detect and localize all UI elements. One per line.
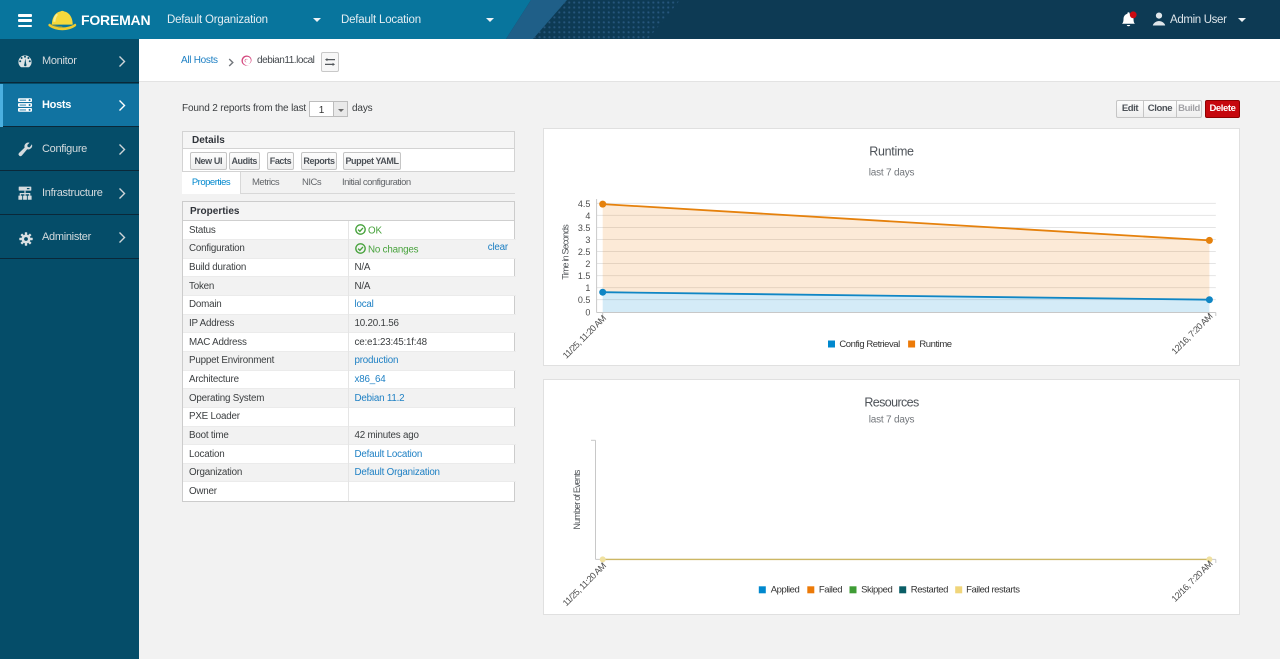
svg-text:2: 2 [585,259,590,269]
svg-text:0.5: 0.5 [578,295,591,305]
svg-text:3.5: 3.5 [578,223,591,233]
svg-text:1: 1 [585,283,590,293]
svg-text:12/16, 7:20 AM: 12/16, 7:20 AM [1169,311,1214,356]
svg-text:Skipped: Skipped [861,585,892,596]
svg-text:Failed restarts: Failed restarts [966,585,1020,596]
svg-text:Runtime: Runtime [869,145,914,159]
svg-text:1.5: 1.5 [578,271,591,281]
svg-text:Applied: Applied [771,585,800,596]
svg-text:11/25, 11:20 AM: 11/25, 11:20 AM [561,313,608,360]
svg-text:Runtime: Runtime [919,339,951,350]
svg-text:2.5: 2.5 [578,247,591,257]
svg-text:last 7 days: last 7 days [869,415,915,426]
svg-text:12/16, 7:20 AM: 12/16, 7:20 AM [1169,559,1214,604]
svg-text:Failed: Failed [819,585,842,596]
svg-text:11/25, 11:20 AM: 11/25, 11:20 AM [561,561,608,608]
svg-text:Config Retrieval: Config Retrieval [839,339,900,350]
svg-text:last 7 days: last 7 days [869,168,915,179]
svg-text:4: 4 [585,211,590,221]
svg-text:0: 0 [585,308,590,318]
svg-text:Number of Events: Number of Events [572,469,582,530]
svg-text:Restarted: Restarted [911,585,948,596]
svg-text:3: 3 [585,235,590,245]
svg-text:4.5: 4.5 [578,199,591,209]
svg-text:Resources: Resources [864,396,919,410]
svg-text:Time in Seconds: Time in Seconds [561,224,571,280]
